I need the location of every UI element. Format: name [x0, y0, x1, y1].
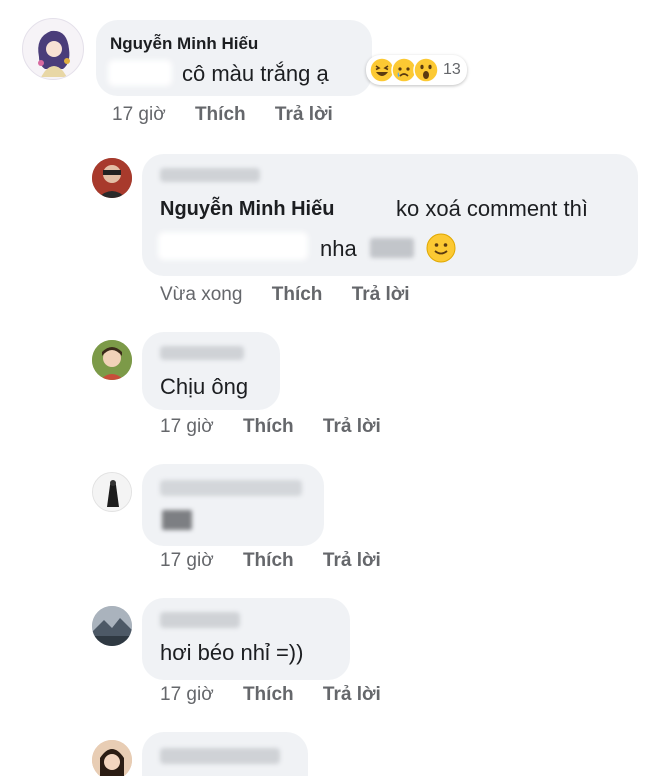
mention-tag[interactable]: Nguyễn Minh Hiếu	[160, 198, 334, 221]
comment-5: hơi béo nhỉ =)) 17 giờ Thích Trả lời	[0, 584, 660, 718]
comment-3: Chịu ông 17 giờ Thích Trả lời	[0, 320, 660, 450]
comment-time: Vừa xong	[160, 284, 243, 305]
comment-text: Chịu ông	[160, 374, 249, 399]
redacted-text	[162, 510, 192, 530]
reply-button[interactable]: Trả lời	[352, 284, 410, 305]
like-button[interactable]: Thích	[243, 416, 294, 437]
redacted-text	[158, 232, 308, 260]
smile-emoji-icon	[426, 233, 456, 263]
avatar[interactable]	[92, 606, 132, 646]
reply-button[interactable]: Trả lời	[275, 104, 333, 125]
redacted-name	[160, 748, 280, 764]
redacted-word	[370, 238, 414, 258]
like-button[interactable]: Thích	[243, 550, 294, 571]
wow-reaction-icon	[413, 57, 439, 83]
avatar[interactable]	[92, 158, 132, 198]
redacted-name	[160, 612, 240, 628]
redacted-text	[108, 60, 172, 86]
comment-4: 17 giờ Thích Trả lời	[0, 450, 660, 584]
comment-meta: 17 giờ Thích Trả lời	[160, 550, 405, 572]
avatar[interactable]	[92, 472, 132, 512]
comment-2: Nguyễn Minh Hiếu ko xoá comment thì nha …	[0, 140, 660, 320]
like-button[interactable]: Thích	[272, 284, 323, 305]
redacted-name	[160, 168, 260, 182]
comment-time: 17 giờ	[160, 684, 214, 705]
comment-text: hơi béo nhỉ =))	[160, 640, 304, 665]
comment-meta: 17 giờ Thích Trả lời	[160, 416, 405, 438]
comment-time: 17 giờ	[160, 550, 214, 571]
reaction-summary[interactable]: 13	[366, 55, 467, 85]
like-button[interactable]: Thích	[195, 104, 246, 125]
reply-button[interactable]: Trả lời	[323, 550, 381, 571]
comment-meta: 17 giờ Thích Trả lời	[112, 104, 357, 126]
comment-6	[0, 718, 660, 776]
comment-time: 17 giờ	[112, 104, 166, 125]
avatar[interactable]	[22, 18, 84, 80]
redacted-name	[160, 346, 244, 360]
comment-bubble	[142, 464, 324, 546]
reaction-count: 13	[443, 61, 461, 78]
reply-button[interactable]: Trả lời	[323, 684, 381, 705]
comment-meta: Vừa xong Thích Trả lời	[160, 284, 434, 306]
comment-text-line1: ko xoá comment thì	[396, 196, 588, 221]
comment-time: 17 giờ	[160, 416, 214, 437]
comment-text-line2: nha	[320, 236, 357, 261]
comment-1: Nguyễn Minh Hiếu cô màu trắng ạ 13 17 gi…	[0, 0, 660, 140]
comment-bubble	[142, 598, 350, 680]
comment-meta: 17 giờ Thích Trả lời	[160, 684, 405, 706]
reply-button[interactable]: Trả lời	[323, 416, 381, 437]
avatar[interactable]	[92, 340, 132, 380]
redacted-name	[160, 480, 302, 496]
like-button[interactable]: Thích	[243, 684, 294, 705]
comment-text: cô màu trắng ạ	[182, 61, 329, 86]
commenter-name[interactable]: Nguyễn Minh Hiếu	[110, 34, 258, 54]
avatar[interactable]	[92, 740, 132, 776]
